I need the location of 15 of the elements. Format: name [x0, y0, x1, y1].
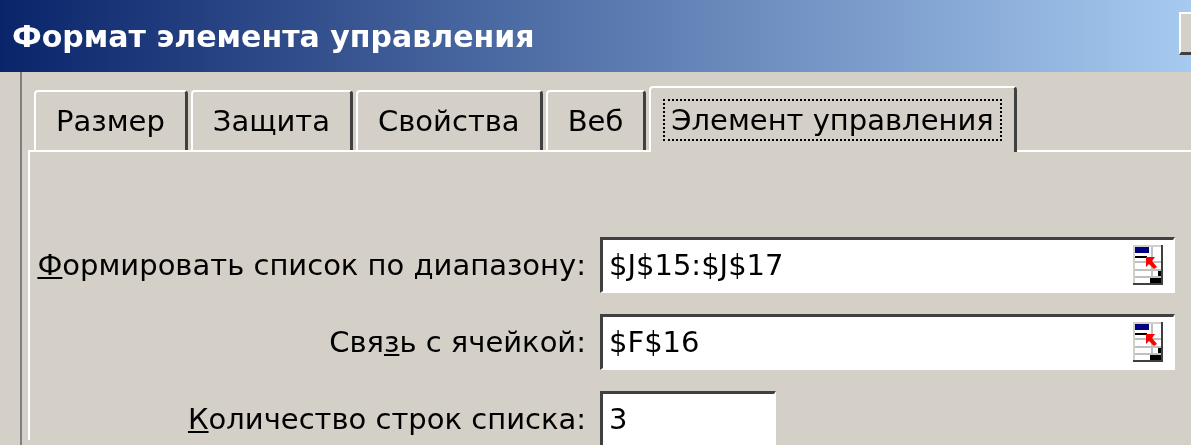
tab[interactable]: Элемент управления — [649, 86, 1017, 152]
field-label: Формировать список по диапазону: — [36, 247, 587, 282]
input-field[interactable]: $J$15:$J$17 — [600, 236, 1175, 293]
tab[interactable]: Веб — [545, 90, 647, 150]
field-label: Количество строк списка: — [186, 401, 587, 436]
input-field[interactable]: 3 — [600, 390, 776, 445]
range-picker-icon[interactable] — [1133, 322, 1163, 362]
title-bar-button[interactable] — [1179, 12, 1191, 55]
input-field[interactable]: $F$16 — [600, 313, 1175, 370]
range-picker-icon[interactable] — [1133, 245, 1163, 285]
tab[interactable]: Свойства — [356, 90, 543, 150]
window-title: Формат элемента управления — [12, 18, 535, 54]
tab[interactable]: Размер — [34, 90, 188, 150]
tab[interactable]: Защита — [190, 90, 353, 150]
field-label: Связь с ячейкой: — [328, 324, 587, 359]
